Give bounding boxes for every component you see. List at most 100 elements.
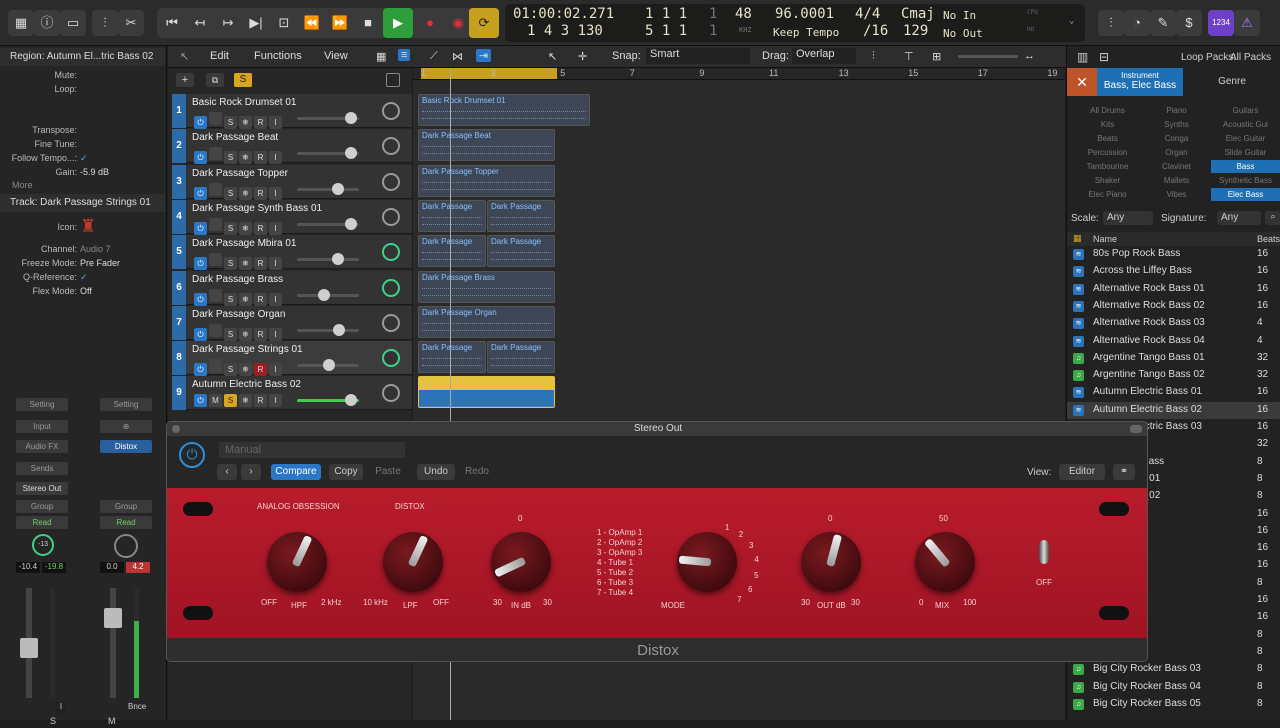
category-button[interactable]: All Drums — [1073, 104, 1142, 117]
setting-button[interactable]: Setting — [100, 398, 152, 411]
track-pan-knob[interactable] — [382, 207, 400, 226]
track-name[interactable]: Dark Passage Synth Bass 01 — [192, 203, 322, 214]
mute-button[interactable] — [209, 359, 222, 373]
power-icon[interactable]: ⏻ — [194, 292, 207, 306]
category-button[interactable]: Beats — [1073, 132, 1142, 145]
record-button[interactable]: R — [254, 186, 267, 200]
paste-button[interactable]: Paste — [369, 464, 407, 480]
catch-icon[interactable] — [386, 73, 400, 87]
fader-knob[interactable] — [344, 394, 357, 407]
loop-row[interactable]: ♫ Big City Rocker Bass 04 8 — [1067, 679, 1280, 696]
edit-menu[interactable]: Edit — [210, 50, 229, 62]
category-button[interactable]: Acoustic Gui — [1211, 118, 1280, 131]
mix-knob[interactable] — [915, 532, 975, 592]
editors-icon[interactable]: ✂ — [118, 10, 144, 36]
stop-icon[interactable]: ■ — [353, 8, 383, 38]
solo-button[interactable]: S — [224, 186, 237, 200]
input-monitor-button[interactable]: I — [269, 186, 282, 200]
track-pan-knob[interactable] — [382, 349, 400, 368]
audio-region[interactable]: Dark Passage — [418, 199, 486, 232]
bounce-button[interactable]: Bnce — [128, 702, 146, 711]
audio-region[interactable]: Dark Passage Beat — [418, 129, 555, 162]
category-button[interactable]: Slide Guitar — [1211, 146, 1280, 159]
link-icon[interactable]: ⚭ — [1113, 464, 1135, 480]
category-button[interactable]: Elec Guitar — [1211, 132, 1280, 145]
track-volume-fader[interactable] — [297, 182, 359, 195]
track-volume-fader[interactable] — [297, 253, 359, 266]
loop-row[interactable]: ♫ Big City Rocker Bass 05 8 — [1067, 696, 1280, 713]
lcd-display[interactable]: 01:00:02.271 1 1 1 1 1 4 3 130 5 1 1 1 4… — [505, 4, 1085, 42]
track-pan-knob[interactable] — [382, 172, 400, 191]
loop-row[interactable]: ≋ Across the Liffey Bass 16 — [1067, 263, 1280, 280]
audio-region[interactable]: Dark Passage — [487, 199, 555, 232]
fit-icon[interactable]: ↔ — [1024, 50, 1035, 62]
setting-button[interactable]: Setting — [16, 398, 68, 411]
loop-row[interactable]: ♫ Big City Rocker Bass 03 8 — [1067, 661, 1280, 678]
audio-region[interactable]: Dark Passage Topper — [418, 164, 555, 197]
gain-value[interactable]: -5.9 dB — [80, 167, 109, 177]
zoom-slider[interactable] — [958, 55, 1018, 58]
freeze-icon[interactable]: ❄ — [239, 327, 252, 341]
power-icon[interactable]: ⏻ — [194, 394, 207, 408]
volume-fader[interactable] — [104, 588, 122, 698]
play-from-selection-icon[interactable]: ▶| — [241, 8, 271, 38]
power-icon[interactable]: ⏻ — [179, 442, 205, 468]
view-menu[interactable]: View — [324, 50, 348, 62]
track-name[interactable]: Dark Passage Strings 01 — [192, 344, 303, 355]
more-disclosure[interactable]: More — [12, 180, 177, 190]
input-monitor-button[interactable]: I — [269, 257, 282, 271]
fader-knob[interactable] — [323, 359, 336, 372]
input-monitor-button[interactable]: I — [269, 151, 282, 165]
audio-region[interactable]: Dark Passage Brass — [418, 270, 555, 303]
mute-button[interactable] — [209, 253, 222, 267]
record-icon[interactable]: ● — [415, 8, 445, 38]
power-icon[interactable]: ⏻ — [194, 221, 207, 235]
bypass-switch[interactable] — [1039, 540, 1049, 564]
waveform-zoom-icon[interactable]: ⫶ — [872, 50, 875, 63]
category-button[interactable]: Guitars — [1211, 104, 1280, 117]
category-button[interactable]: Piano — [1142, 104, 1211, 117]
next-marker-icon[interactable]: ↦ — [213, 8, 243, 38]
solo-button[interactable]: S — [224, 327, 237, 341]
close-icon[interactable]: ✕ — [1067, 68, 1097, 96]
track-header-row[interactable]: 2 Dark Passage Beat ⏻ S ❄ R I — [172, 129, 412, 165]
library-icon[interactable]: ▦ — [8, 10, 34, 36]
flex-value[interactable]: Off — [80, 286, 92, 296]
loop-row[interactable]: ≋ 80s Pop Rock Bass 16 — [1067, 246, 1280, 263]
category-button[interactable]: Elec Bass — [1211, 188, 1280, 201]
plugin-title[interactable]: Stereo Out — [167, 422, 1147, 436]
power-icon[interactable]: ⏻ — [194, 363, 207, 377]
gauge-icon[interactable]: ◔ — [1124, 10, 1150, 36]
qref-check[interactable]: ✓ — [80, 272, 88, 283]
record-button[interactable]: R — [254, 257, 267, 271]
record-button[interactable]: R — [254, 394, 267, 408]
play-region-icon[interactable]: ⊡ — [269, 8, 299, 38]
follow-tempo-check[interactable]: ✓ — [80, 153, 88, 164]
snap-select[interactable]: Smart — [646, 48, 750, 64]
solo-button[interactable]: S — [224, 363, 237, 377]
mute-button[interactable]: M — [209, 394, 222, 408]
fader-knob[interactable] — [344, 147, 357, 160]
audio-region[interactable]: Dark Passage — [418, 235, 486, 268]
category-button[interactable]: Shaker — [1073, 174, 1142, 187]
panel-toggle-icon[interactable]: ⊟ — [1099, 50, 1109, 64]
previous-marker-icon[interactable]: ↤ — [185, 8, 215, 38]
tab-instrument[interactable]: Instrument Bass, Elec Bass — [1097, 68, 1183, 96]
input-monitor-button[interactable]: I — [56, 702, 66, 714]
pan-knob[interactable] — [114, 534, 138, 558]
region-header[interactable]: Region: Autumn El...tric Bass 02 — [0, 48, 165, 66]
fader-cap[interactable] — [20, 638, 38, 658]
list-view-icon[interactable]: ≡ — [398, 49, 411, 61]
power-icon[interactable]: ⏻ — [194, 257, 207, 271]
audio-region[interactable]: Basic Rock Drumset 01 — [418, 94, 590, 126]
fader-knob[interactable] — [344, 112, 357, 124]
category-button[interactable]: Elec Piano — [1073, 188, 1142, 201]
freeze-icon[interactable]: ❄ — [239, 394, 252, 408]
col-beats[interactable]: Beats — [1257, 234, 1280, 244]
search-icon[interactable]: ⌕ — [1265, 211, 1280, 225]
category-button[interactable]: Bass — [1211, 160, 1280, 173]
col-name[interactable]: Name — [1093, 234, 1117, 244]
fader-knob[interactable] — [331, 182, 344, 195]
fader-knob[interactable] — [344, 217, 357, 230]
mute-button[interactable] — [209, 288, 222, 302]
